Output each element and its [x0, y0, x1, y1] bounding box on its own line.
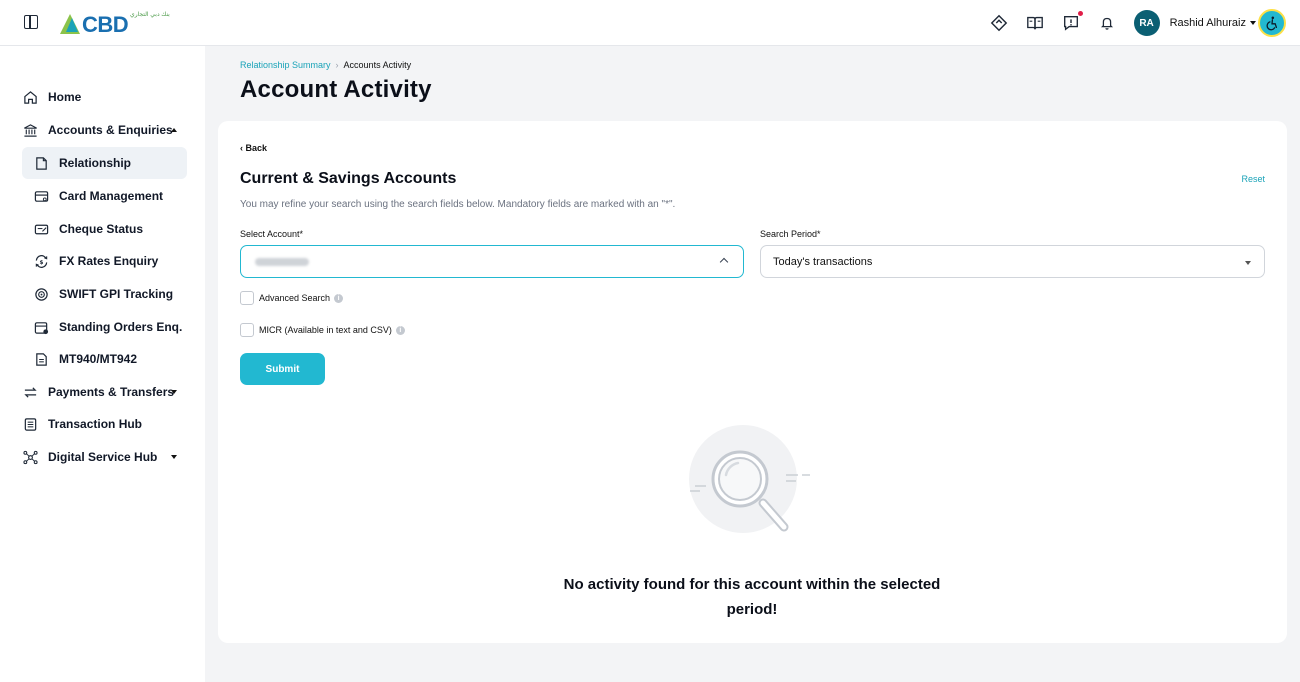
sidebar-item-standing-orders[interactable]: Standing Orders Enq.: [22, 311, 187, 343]
submit-button[interactable]: Submit: [240, 353, 325, 385]
search-period-value: Today's transactions: [773, 255, 873, 268]
sidebar-item-relationship[interactable]: Relationship: [22, 147, 187, 179]
advanced-search-label[interactable]: Advanced Search: [259, 293, 330, 303]
search-period-label: Search Period*: [760, 229, 821, 239]
logo-mark-icon: [60, 12, 80, 34]
user-avatar[interactable]: RA: [1133, 10, 1160, 36]
sidebar-item-mt940[interactable]: MT940/MT942: [22, 343, 187, 375]
sidebar-item-card-management[interactable]: Card Management: [22, 180, 187, 212]
network-icon: [22, 449, 38, 465]
expand-caret-icon[interactable]: [171, 455, 177, 459]
sidebar-item-label: SWIFT GPI Tracking: [59, 287, 174, 301]
micr-label[interactable]: MICR (Available in text and CSV): [259, 325, 392, 335]
account-activity-card: ‹ Back Current & Savings Accounts Reset …: [218, 121, 1287, 643]
currency-exchange-icon: $: [33, 253, 49, 269]
messages-icon[interactable]: [1062, 11, 1083, 32]
page-title: Account Activity: [240, 76, 432, 103]
document-icon: [33, 155, 49, 171]
info-icon[interactable]: i: [395, 325, 405, 335]
sidebar-item-payments-transfers[interactable]: Payments & Transfers: [14, 376, 187, 408]
empty-state-message: No activity found for this account withi…: [563, 576, 941, 618]
sidebar-item-digital-service-hub[interactable]: Digital Service Hub: [14, 441, 187, 473]
transfer-icon: [22, 384, 38, 400]
breadcrumb: Relationship Summary › Accounts Activity: [240, 60, 411, 70]
sidebar-item-home[interactable]: Home: [14, 81, 187, 113]
select-account-label: Select Account*: [240, 229, 304, 239]
user-menu-caret-icon[interactable]: [1250, 21, 1256, 25]
main-content: Relationship Summary › Accounts Activity…: [205, 46, 1300, 682]
statement-icon: [33, 351, 49, 367]
bank-icon: [22, 122, 38, 138]
sidebar-item-accounts-enquiries[interactable]: Accounts & Enquiries: [14, 114, 187, 146]
expand-caret-icon[interactable]: [171, 390, 177, 394]
home-icon: [22, 89, 38, 105]
collapse-caret-icon[interactable]: [171, 128, 177, 132]
sidebar-item-label: Transaction Hub: [48, 417, 143, 431]
svg-text:$: $: [39, 259, 43, 265]
search-period-dropdown[interactable]: Today's transactions: [760, 245, 1265, 278]
notifications-bell-icon[interactable]: [1098, 14, 1116, 32]
header-actions: RA Rashid Alhuraiz: [972, 0, 1300, 46]
chevron-up-icon: [719, 257, 729, 267]
sidebar-item-label: Relationship: [59, 156, 132, 170]
tracking-icon: [33, 286, 49, 302]
messages-unread-dot: [1077, 11, 1083, 16]
reset-link[interactable]: Reset: [1241, 174, 1265, 184]
offers-icon[interactable]: [990, 14, 1008, 32]
advanced-search-checkbox[interactable]: [240, 291, 254, 305]
sidebar-item-label: FX Rates Enquiry: [59, 254, 159, 268]
sidebar-item-label: Standing Orders Enq.: [59, 320, 183, 334]
cheque-icon: [33, 221, 49, 237]
info-icon[interactable]: i: [334, 293, 344, 303]
advanced-search-row: Advanced Search i: [240, 291, 344, 305]
sidebar-item-label: Home: [48, 90, 82, 104]
breadcrumb-separator: ›: [335, 60, 339, 70]
section-title: Current & Savings Accounts: [240, 170, 457, 187]
sidebar-item-swift-gpi[interactable]: SWIFT GPI Tracking: [22, 278, 187, 310]
sidebar-item-label: MT940/MT942: [59, 352, 138, 366]
back-link[interactable]: ‹ Back: [240, 143, 267, 153]
sidebar-item-cheque-status[interactable]: Cheque Status: [22, 213, 187, 245]
cbd-logo[interactable]: CBD بنك دبي التجاري: [60, 10, 170, 37]
breadcrumb-current: Accounts Activity: [343, 60, 412, 70]
sidebar-item-label: Cheque Status: [59, 222, 144, 236]
sidebar-item-label: Digital Service Hub: [48, 450, 158, 464]
masked-account-number: [255, 257, 309, 266]
sidebar-item-transaction-hub[interactable]: Transaction Hub: [14, 408, 187, 440]
list-icon: [22, 416, 38, 432]
sidebar-item-label: Accounts & Enquiries: [48, 123, 173, 137]
sidebar-item-label: Payments & Transfers: [48, 385, 175, 399]
empty-search-illustration: [688, 425, 818, 545]
select-account-dropdown[interactable]: [240, 245, 744, 278]
micr-checkbox[interactable]: [240, 323, 254, 337]
accessibility-icon[interactable]: [1258, 9, 1286, 37]
breadcrumb-link-relationship-summary[interactable]: Relationship Summary: [240, 60, 331, 70]
logo-subtext: بنك دبي التجاري: [130, 12, 170, 18]
user-name[interactable]: Rashid Alhuraiz: [1170, 17, 1246, 29]
top-header: CBD بنك دبي التجاري RA Rashid Alhuraiz: [0, 0, 1300, 46]
sidebar-item-fx-rates[interactable]: $ FX Rates Enquiry: [22, 245, 187, 277]
micr-row: MICR (Available in text and CSV) i: [240, 323, 405, 337]
card-icon: [33, 188, 49, 204]
search-hint-text: You may refine your search using the sea…: [240, 199, 676, 210]
calendar-icon: [33, 319, 49, 335]
sidebar-item-label: Card Management: [59, 189, 164, 203]
sidebar-nav: Home Accounts & Enquiries Relationship C…: [0, 46, 205, 682]
sidebar-toggle-icon[interactable]: [24, 15, 38, 29]
logo-text: CBD: [82, 12, 129, 37]
caret-down-icon: [1245, 261, 1251, 265]
guide-book-icon[interactable]: [1026, 14, 1044, 32]
